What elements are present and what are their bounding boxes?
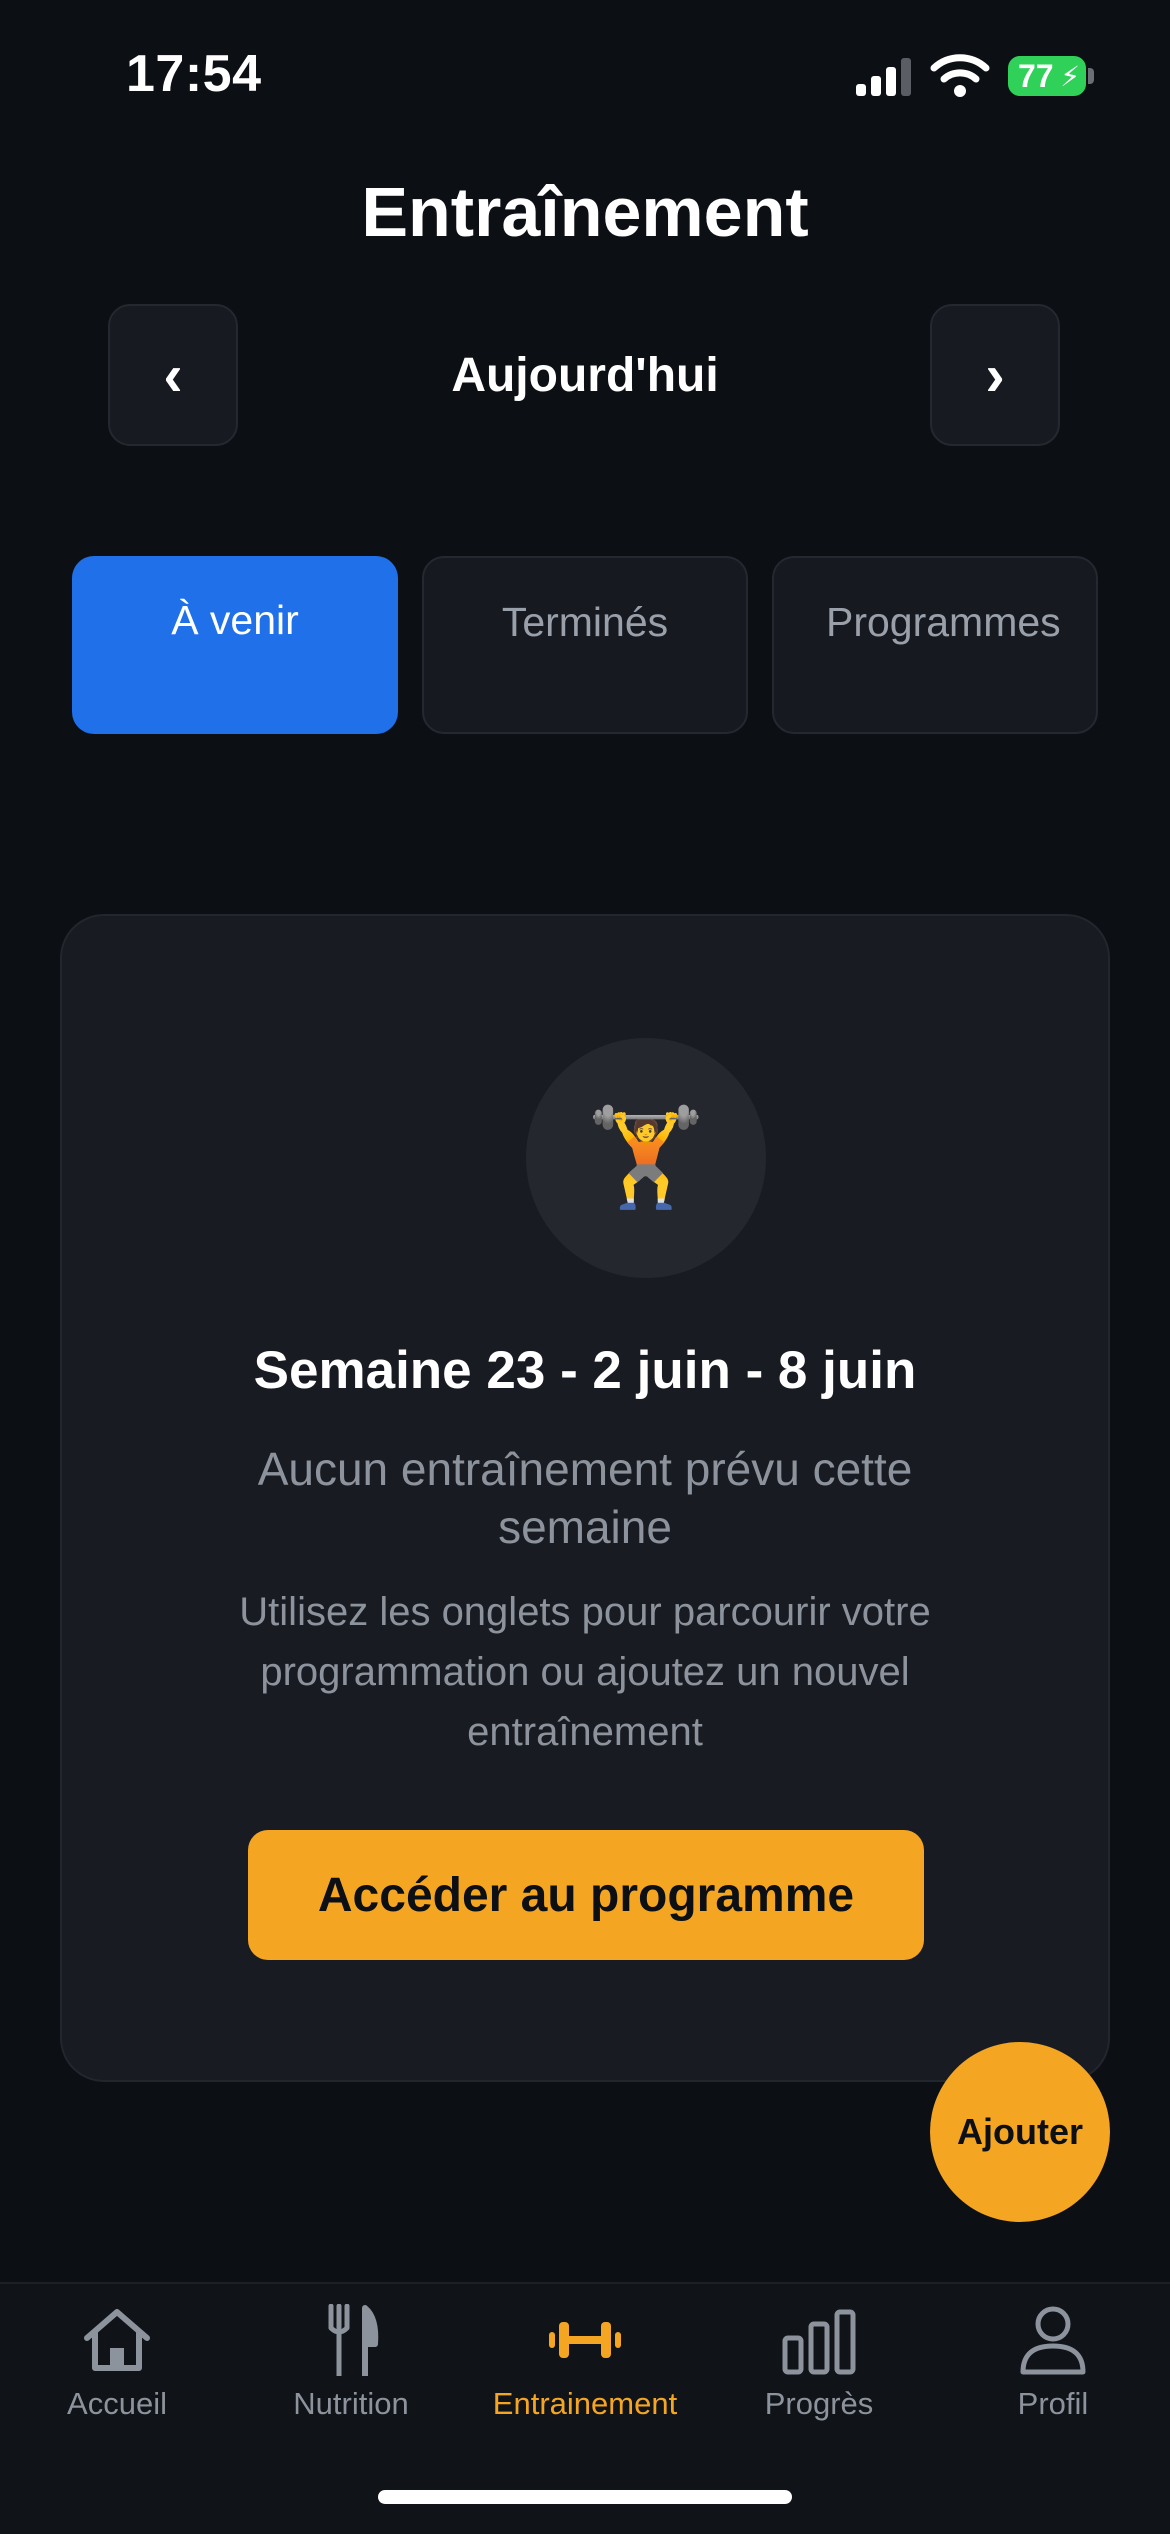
tabbar-label: Accueil bbox=[67, 2386, 167, 2421]
status-time: 17:54 bbox=[126, 45, 262, 103]
empty-hint: Utilisez les onglets pour parcourir votr… bbox=[239, 1590, 931, 1754]
tabbar-item-profile[interactable]: Profil bbox=[936, 2304, 1170, 2422]
empty-state-card: 🏋️ Semaine 23 - 2 juin - 8 juin Aucun en… bbox=[60, 914, 1110, 2082]
bar-chart-icon bbox=[782, 2309, 856, 2375]
empty-message: Aucun entraînement prévu cette semaine bbox=[257, 1443, 913, 1553]
charging-bolt-icon: ⚡ bbox=[1060, 61, 1080, 92]
tab-programs[interactable]: Programmes bbox=[772, 556, 1098, 734]
battery-indicator: 77 ⚡ bbox=[1008, 56, 1086, 96]
home-indicator bbox=[378, 2490, 792, 2504]
tab-completed[interactable]: Terminés bbox=[422, 556, 748, 734]
tabbar-label: Profil bbox=[1017, 2386, 1089, 2421]
home-icon bbox=[84, 2309, 150, 2371]
week-range-title: Semaine 23 - 2 juin - 8 juin bbox=[253, 1341, 917, 1400]
tabbar-label: Entrainement bbox=[492, 2386, 678, 2421]
next-day-button[interactable]: › bbox=[930, 304, 1060, 446]
dumbbell-icon bbox=[549, 2322, 621, 2358]
chevron-right-icon: › bbox=[985, 342, 1005, 408]
battery-tip bbox=[1088, 68, 1094, 84]
add-workout-button[interactable]: Ajouter bbox=[930, 2042, 1110, 2222]
cellular-signal-icon bbox=[856, 58, 911, 96]
tabbar-label: Nutrition bbox=[293, 2386, 409, 2421]
tabbar-item-progress[interactable]: Progrès bbox=[702, 2304, 936, 2422]
open-program-button[interactable]: Accéder au programme bbox=[248, 1830, 924, 1960]
weightlifter-icon: 🏋️ bbox=[526, 1038, 766, 1278]
person-icon bbox=[1020, 2306, 1086, 2375]
tab-upcoming[interactable]: À venir bbox=[72, 556, 398, 734]
tabbar-label: Progrès bbox=[764, 2386, 874, 2421]
battery-level: 77 bbox=[1018, 57, 1054, 94]
tabbar-item-nutrition[interactable]: Nutrition bbox=[234, 2304, 468, 2422]
tabbar-item-home[interactable]: Accueil bbox=[0, 2304, 234, 2422]
wifi-icon bbox=[930, 54, 990, 97]
page-title: Entraînement bbox=[361, 173, 809, 251]
fork-knife-icon bbox=[328, 2304, 379, 2376]
tabbar-item-training[interactable]: Entrainement bbox=[468, 2304, 702, 2422]
